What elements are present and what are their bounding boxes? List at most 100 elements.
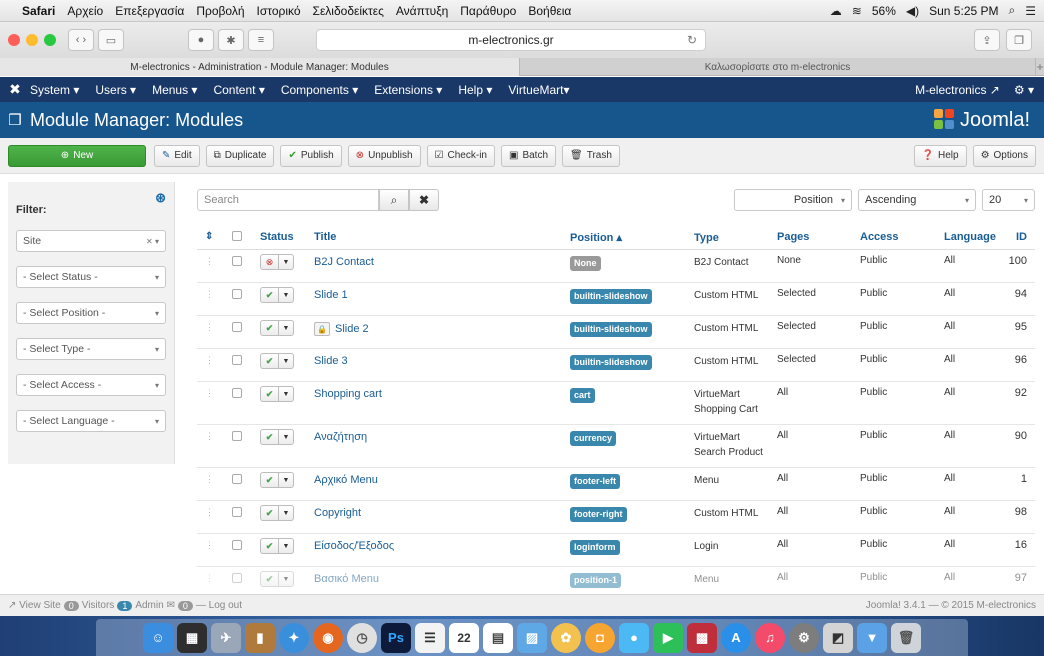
photos-icon[interactable]: ✿ — [551, 622, 581, 653]
new-button[interactable]: ⊕ New — [8, 144, 146, 167]
filter-status-select[interactable]: - Select Status - ▾ — [16, 266, 166, 288]
notification-center-icon[interactable]: ☰ — [1025, 4, 1036, 18]
navbar-menu-item[interactable]: Content ▾ — [213, 83, 264, 97]
photoshop-icon[interactable]: Ps — [381, 622, 411, 653]
navbar-menu-item[interactable]: Menus ▾ — [152, 83, 197, 97]
new-tab-icon[interactable]: + — [1036, 58, 1044, 75]
mac-menu-item[interactable]: Σελιδοδείκτες — [313, 4, 384, 18]
drag-handle-icon[interactable]: ⋮ — [205, 540, 214, 551]
mac-menu-item[interactable]: Αρχείο — [67, 4, 103, 18]
module-title-link[interactable]: B2J Contact — [314, 256, 374, 268]
textedit-icon[interactable]: ▤ — [483, 622, 513, 653]
filter-language-select[interactable]: - Select Language - ▾ — [16, 410, 166, 432]
status-toggle[interactable]: ✔ ▼ — [260, 429, 294, 445]
drag-handle-icon[interactable]: ⋮ — [205, 388, 214, 399]
col-position[interactable]: Position ▴ — [570, 231, 622, 244]
tab-site[interactable]: Καλωσορίσατε στο m-electronics — [520, 58, 1036, 76]
preview-document-icon[interactable]: ◩ — [823, 622, 853, 653]
row-checkbox[interactable] — [232, 431, 242, 444]
collapse-sidebar-icon[interactable]: ⊛ — [155, 190, 166, 206]
extension-icon[interactable]: ✱ — [218, 29, 244, 51]
status-toggle[interactable]: ✔ ▼ — [260, 353, 294, 369]
mac-menu-item[interactable]: Επεξεργασία — [115, 4, 184, 18]
system-preferences-icon[interactable]: ⚙ — [789, 622, 819, 653]
mac-menu-item[interactable]: Βοήθεια — [528, 4, 571, 18]
mac-menu-item[interactable]: Ιστορικό — [257, 4, 301, 18]
drag-handle-icon[interactable]: ⋮ — [205, 507, 214, 518]
filter-type-select[interactable]: - Select Type - ▾ — [16, 338, 166, 360]
reload-icon[interactable]: ↻ — [687, 33, 697, 47]
status-toggle[interactable]: ✔ ▼ — [260, 320, 294, 336]
navbar-menu-item[interactable]: VirtueMart▾ — [508, 83, 569, 97]
menu-app-safari[interactable]: Safari — [22, 4, 55, 18]
status-dropdown-icon[interactable]: ▼ — [279, 353, 294, 369]
module-title-link[interactable]: Αναζήτηση — [314, 431, 367, 443]
col-status[interactable]: Status — [260, 231, 294, 243]
wifi-icon[interactable]: ≋ — [852, 4, 862, 18]
row-checkbox[interactable] — [232, 289, 242, 302]
dashboard-icon[interactable]: ▦ — [177, 622, 207, 653]
published-check-icon[interactable]: ✔ — [260, 386, 279, 402]
status-dropdown-icon[interactable]: ▼ — [279, 386, 294, 402]
joomla-menu-icon[interactable]: ✖ — [0, 81, 30, 98]
mac-menu-item[interactable]: Ανάπτυξη — [396, 4, 448, 18]
status-dropdown-icon[interactable]: ▼ — [279, 320, 294, 336]
reader-icon[interactable]: ≡ — [248, 29, 274, 51]
clear-search-button[interactable]: ✖ — [409, 189, 439, 211]
published-check-icon[interactable]: ✔ — [260, 571, 279, 587]
published-check-icon[interactable]: ✔ — [260, 353, 279, 369]
filter-position-select[interactable]: - Select Position - ▾ — [16, 302, 166, 324]
edit-button[interactable]: ✎ Edit — [154, 144, 200, 167]
row-checkbox[interactable] — [232, 355, 242, 368]
published-check-icon[interactable]: ✔ — [260, 320, 279, 336]
photo-booth-icon[interactable]: ▩ — [687, 622, 717, 653]
filter-access-select[interactable]: - Select Access - ▾ — [16, 374, 166, 396]
zoom-window-button[interactable] — [44, 34, 56, 46]
volume-icon[interactable]: ◀) — [906, 4, 919, 18]
publish-button[interactable]: ✔ Publish — [280, 144, 342, 167]
col-id[interactable]: ID — [1003, 231, 1027, 243]
status-toggle[interactable]: ✔ ▼ — [260, 386, 294, 402]
row-checkbox[interactable] — [232, 388, 242, 401]
navbar-menu-item[interactable]: Help ▾ — [458, 83, 492, 97]
module-title-link[interactable]: Αρχικό Menu — [314, 474, 378, 486]
col-access[interactable]: Access — [860, 231, 899, 243]
help-button[interactable]: ❓ Help — [913, 144, 967, 167]
logout-link[interactable]: Log out — [209, 600, 242, 611]
downloads-folder-icon[interactable]: ▼ — [857, 622, 887, 653]
address-bar[interactable]: m-electronics.gr ↻ — [316, 29, 706, 51]
finder-icon[interactable]: ☺ — [143, 622, 173, 653]
list-limit-select[interactable]: 20 ▾ — [982, 189, 1035, 211]
mac-menu-item[interactable]: Προβολή — [196, 4, 244, 18]
back-button[interactable]: ‹ › — [68, 29, 94, 51]
row-checkbox[interactable] — [232, 540, 242, 553]
tabs-overview-icon[interactable]: ❐ — [1006, 29, 1032, 51]
close-window-button[interactable] — [8, 34, 20, 46]
status-toggle[interactable]: ✔ ▼ — [260, 505, 294, 521]
checkin-button[interactable]: ☑ Check-in — [426, 144, 495, 167]
contacts-icon[interactable]: ▮ — [245, 622, 275, 653]
battery-percent[interactable]: 56% — [872, 4, 896, 18]
trash-button[interactable]: 🗑 Trash — [562, 144, 620, 167]
module-title-link[interactable]: Shopping cart — [314, 388, 382, 400]
spotlight-icon[interactable]: ⌕ — [1009, 3, 1016, 18]
ibooks-icon[interactable]: ◘ — [585, 622, 615, 653]
dropbox-icon[interactable]: ☁ — [830, 4, 842, 18]
mac-menu-item[interactable]: Παράθυρο — [460, 4, 516, 18]
navbar-menu-item[interactable]: Extensions ▾ — [374, 83, 442, 97]
published-check-icon[interactable]: ✔ — [260, 505, 279, 521]
messages-icon[interactable]: ● — [619, 622, 649, 653]
duplicate-button[interactable]: ⧉ Duplicate — [205, 144, 275, 167]
module-title-link[interactable]: 🔒 Slide 2 — [314, 322, 369, 336]
row-checkbox[interactable] — [232, 507, 242, 520]
drag-handle-icon[interactable]: ⋮ — [205, 355, 214, 366]
firefox-icon[interactable]: ◉ — [313, 622, 343, 653]
row-checkbox[interactable] — [232, 474, 242, 487]
batch-button[interactable]: ▣ Batch — [500, 144, 557, 167]
navbar-menu-item[interactable]: Components ▾ — [281, 83, 358, 97]
module-title-link[interactable]: Βασικό Menu — [314, 573, 379, 585]
itunes-icon[interactable]: ♫ — [755, 622, 785, 653]
drag-handle-icon[interactable]: ⋮ — [205, 573, 214, 584]
row-checkbox[interactable] — [232, 573, 242, 586]
status-toggle[interactable]: ✔ ▼ — [260, 538, 294, 554]
